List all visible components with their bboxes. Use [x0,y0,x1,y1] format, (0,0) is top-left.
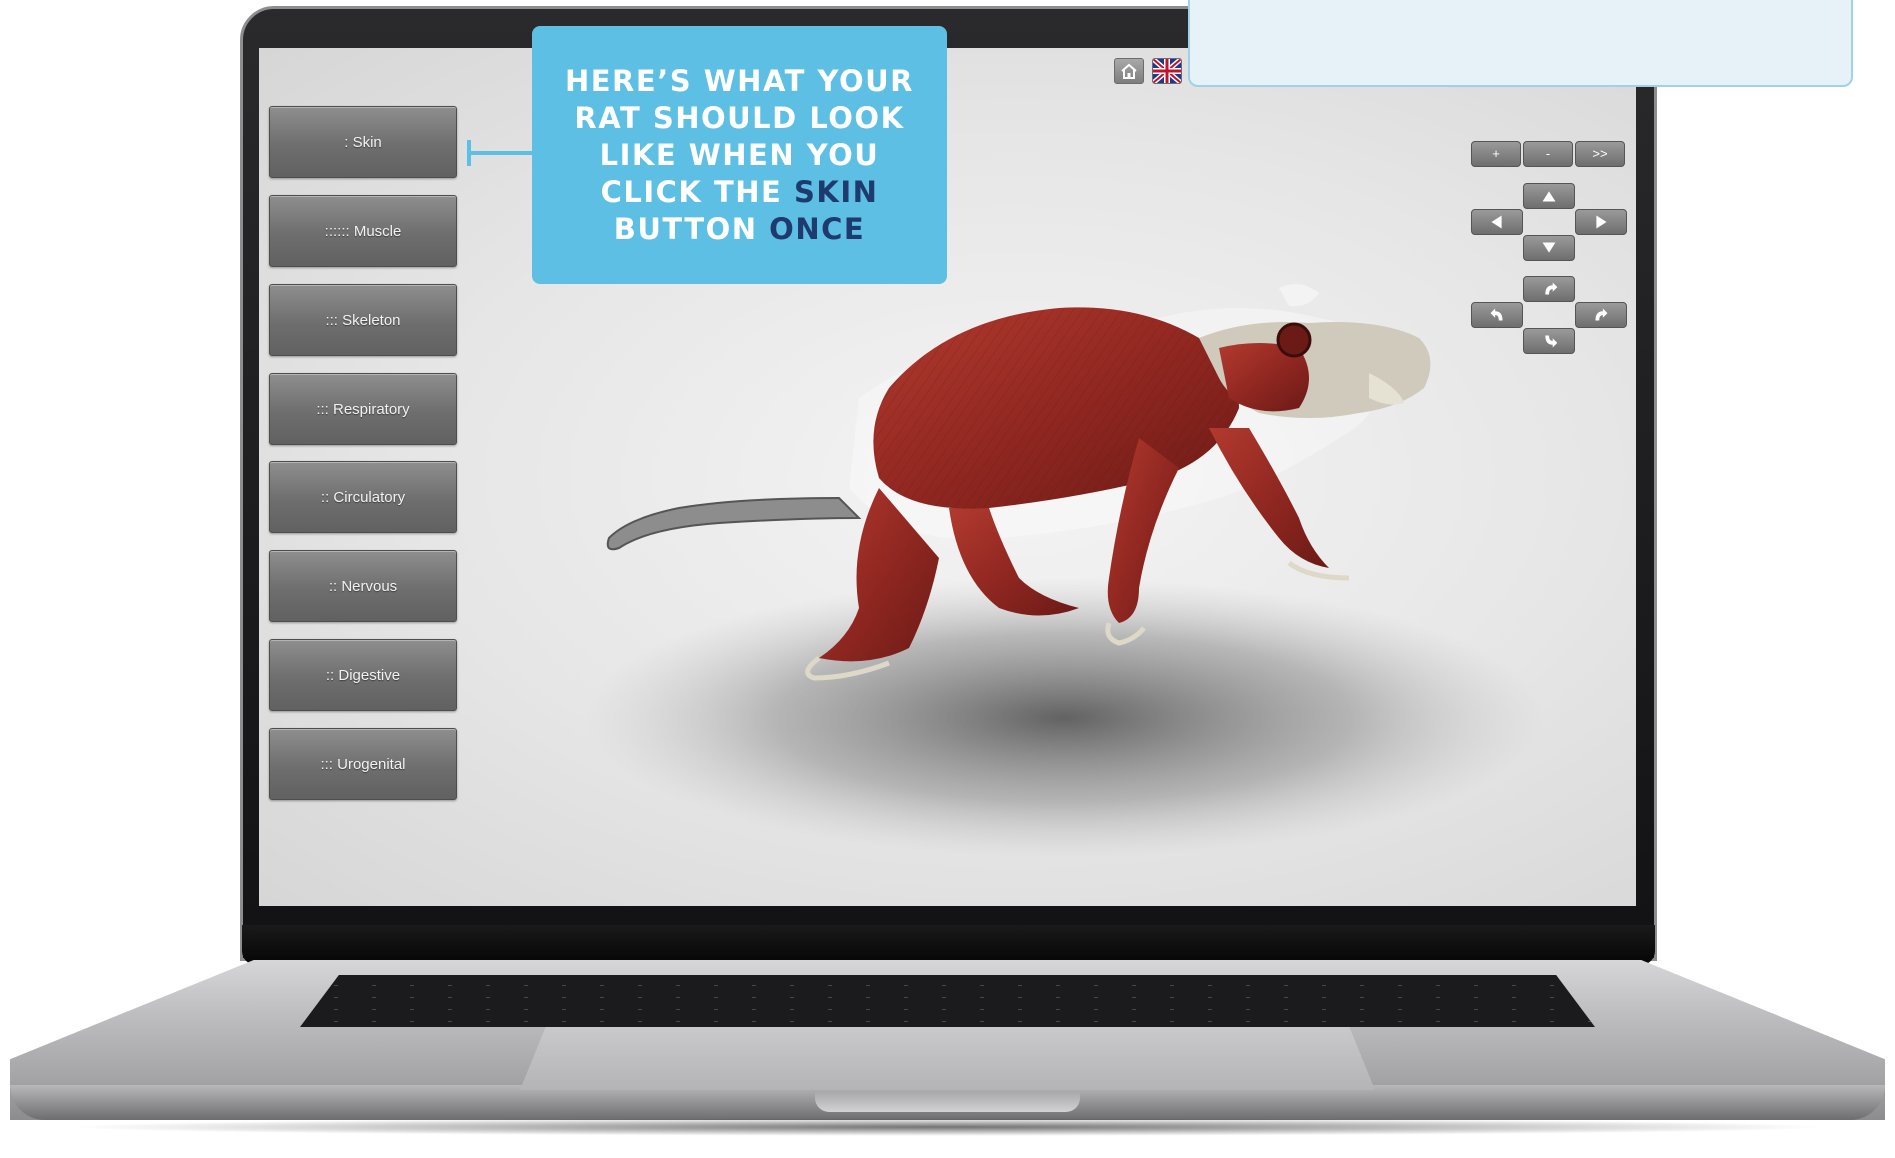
callout-line-5: BUTTON [613,211,770,246]
floor-shadow [584,578,1544,858]
laptop-shadow [60,1118,1835,1136]
rat-ear [1279,284,1319,307]
nervous-button[interactable]: :: Nervous [269,550,457,622]
key-row [300,1009,1595,1010]
callout-line-1: HERE’S WHAT YOUR [564,63,915,98]
rat-tail [606,496,862,551]
app-screen: : Skin :::::: Muscle ::: Skeleton ::: Re… [259,48,1636,906]
digestive-button[interactable]: :: Digestive [269,639,457,711]
rat-eye [1276,322,1312,358]
laptop-bezel-bottom [242,925,1655,965]
arrow-right-icon[interactable] [1575,209,1627,235]
circulatory-button[interactable]: :: Circulatory [269,461,457,533]
arrow-up-icon[interactable] [1523,183,1575,209]
muscle-button[interactable]: :::::: Muscle [269,195,457,267]
zoom-out-button[interactable]: - [1523,141,1573,167]
callout-connector-tick [467,140,471,166]
callout-highlight-once: ONCE [769,211,866,246]
key-row [300,997,1595,998]
respiratory-button[interactable]: ::: Respiratory [269,373,457,445]
key-row [300,1021,1595,1022]
callout-line-4: CLICK THE [600,174,794,209]
keyboard [300,975,1595,1027]
skin-button[interactable]: : Skin [269,106,457,178]
instruction-callout: HERE’S WHAT YOUR RAT SHOULD LOOK LIKE WH… [532,26,947,284]
rat-3d-model[interactable] [519,278,1619,906]
arrow-left-icon[interactable] [1471,209,1523,235]
uk-flag-icon[interactable] [1152,58,1182,84]
home-icon[interactable] [1114,58,1144,84]
callout-highlight-skin: SKIN [793,174,879,209]
zoom-in-button[interactable]: + [1471,141,1521,167]
skeleton-button[interactable]: ::: Skeleton [269,284,457,356]
lid-opening-notch [815,1092,1080,1112]
callout-text: HERE’S WHAT YOUR RAT SHOULD LOOK LIKE WH… [565,63,914,248]
key-row [300,985,1595,986]
trackpad [520,1027,1375,1090]
callout-line-3: LIKE WHEN YOU [599,137,880,172]
arrow-down-icon[interactable] [1523,235,1575,261]
info-panel [1188,0,1853,87]
callout-line-2: RAT SHOULD LOOK [574,100,905,135]
forward-button[interactable]: >> [1575,141,1625,167]
callout-connector [467,151,533,155]
urogenital-button[interactable]: ::: Urogenital [269,728,457,800]
